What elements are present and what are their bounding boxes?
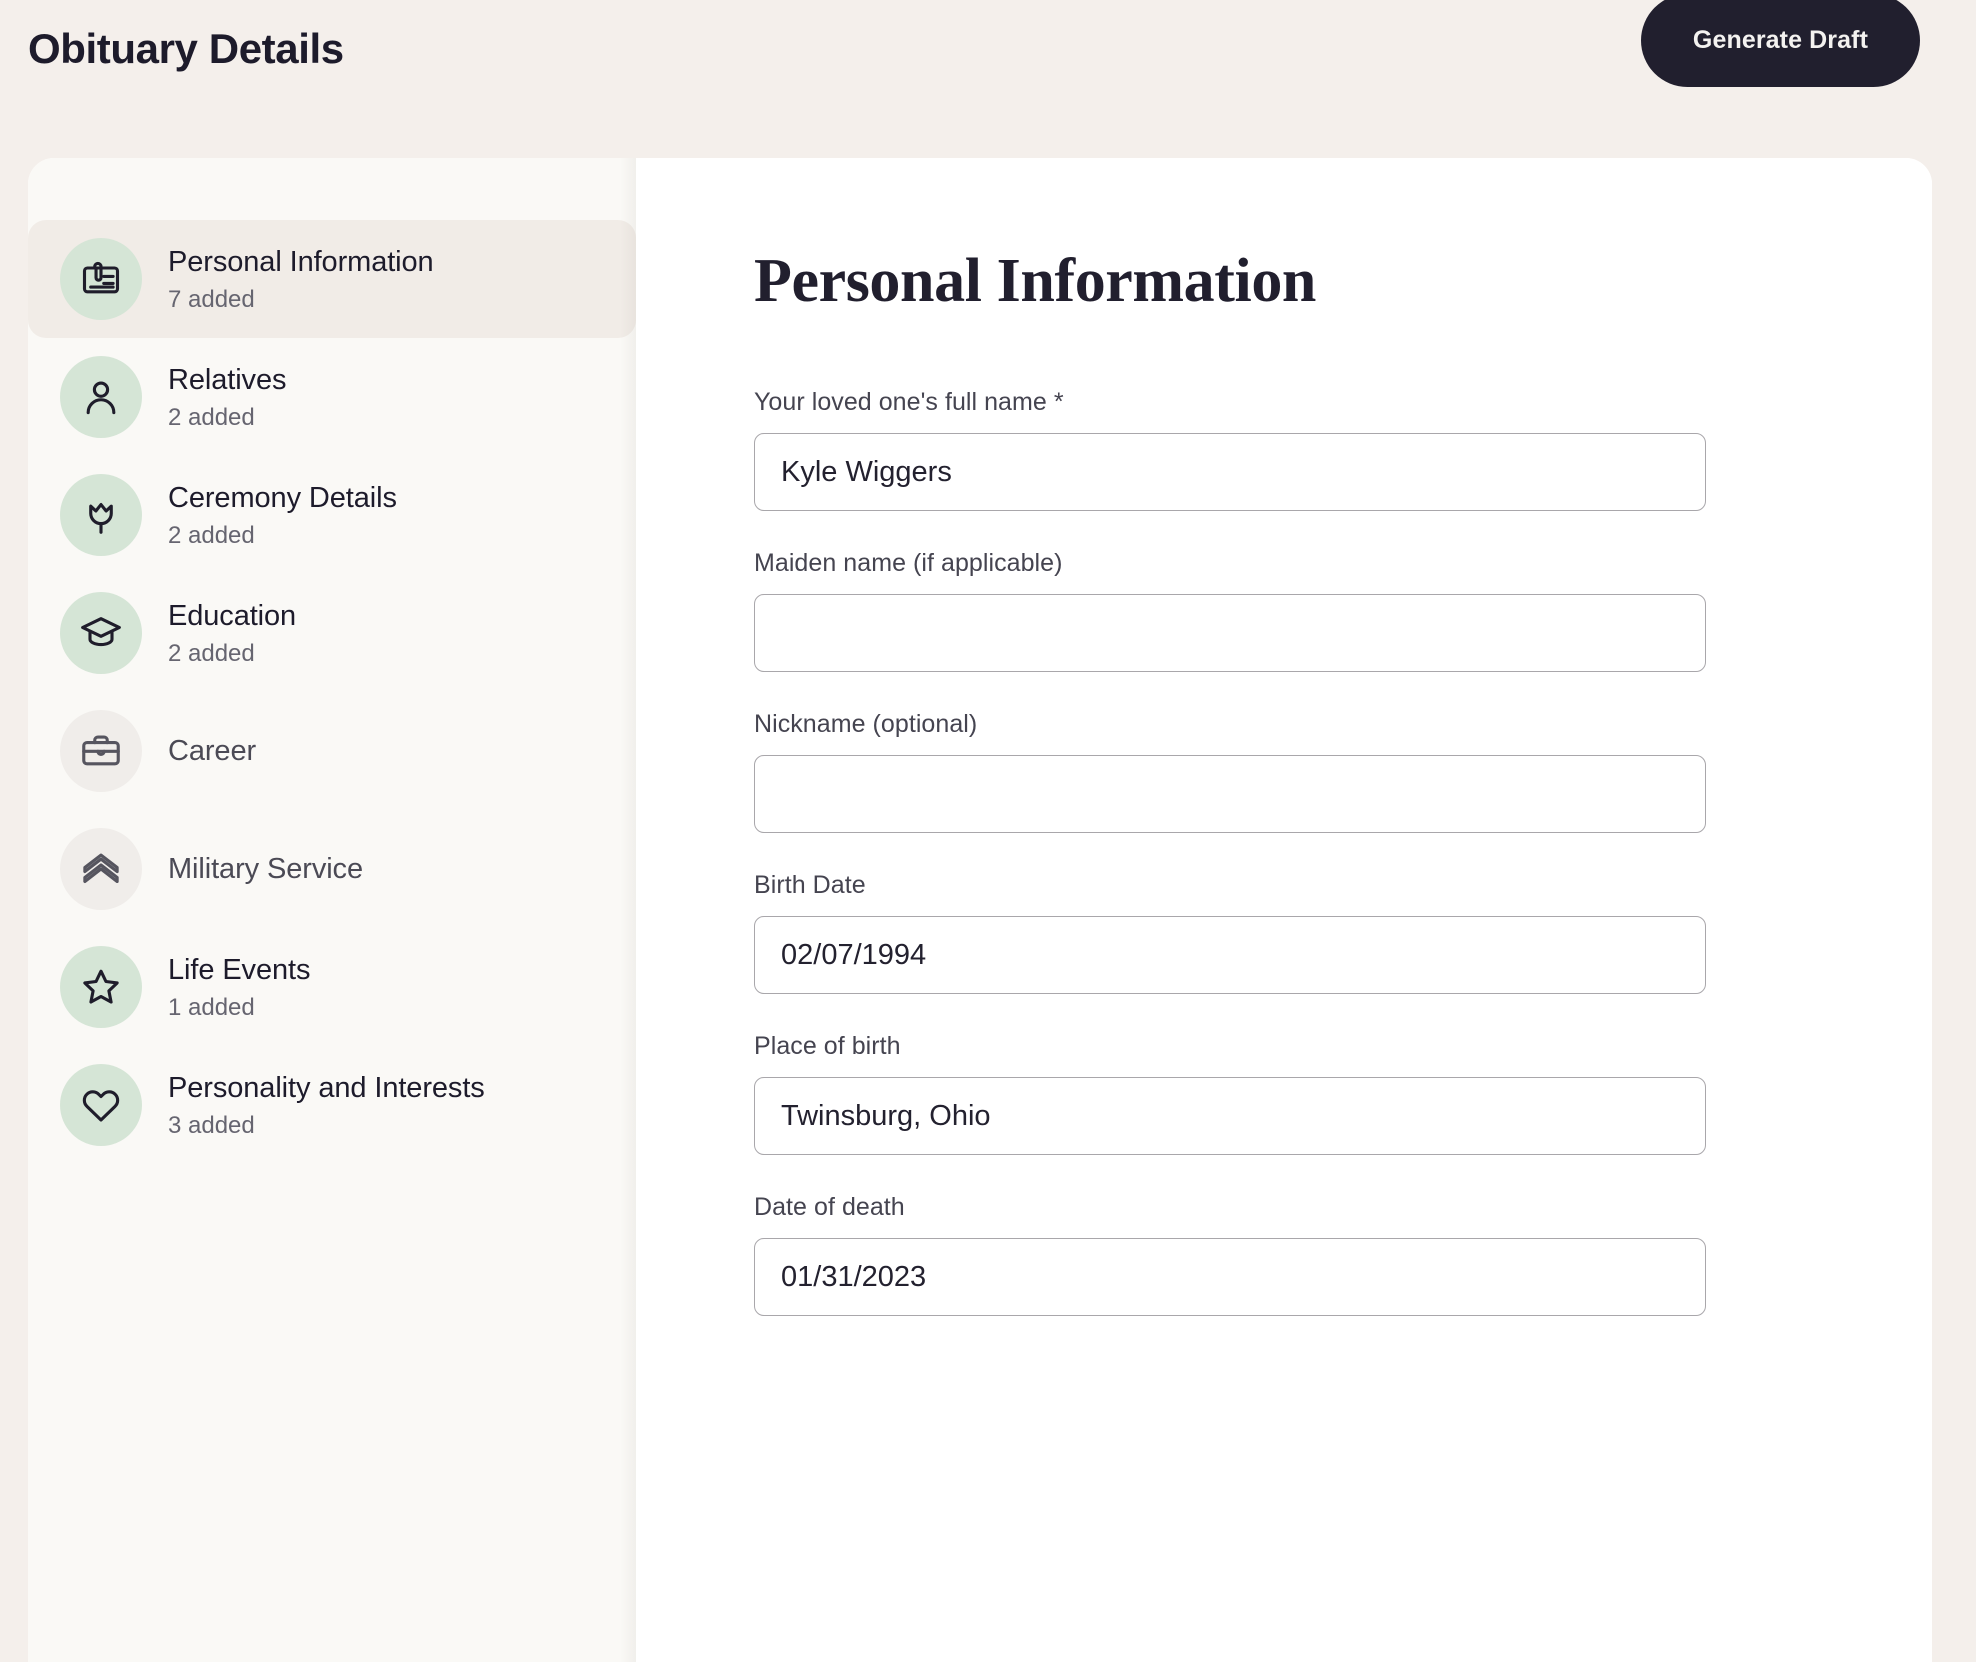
- sidebar-item-life-events[interactable]: Life Events 1 added: [28, 928, 636, 1046]
- graduation-cap-icon: [60, 592, 142, 674]
- field-your-loved-one-s-full-name: Your loved one's full name *: [754, 388, 1706, 511]
- sidebar-item-label: Military Service: [168, 852, 363, 885]
- field-place-of-birth: Place of birth: [754, 1032, 1706, 1155]
- field-label-date-of-death: Date of death: [754, 1193, 905, 1221]
- sidebar-item-label: Ceremony Details: [168, 482, 397, 515]
- field-maiden-name-if-applicable: Maiden name (if applicable): [754, 549, 1706, 672]
- field-date-of-death: Date of death: [754, 1193, 1706, 1316]
- app-header: Obituary Details Generate Draft: [0, 0, 1976, 158]
- sidebar-item-label: Personality and Interests: [168, 1072, 485, 1105]
- sidebar-item-text: Military Service: [168, 850, 363, 888]
- sidebar-item-text: Personality and Interests 3 added: [168, 1069, 485, 1140]
- sidebar-item-label: Education: [168, 600, 297, 633]
- sidebar-item-relatives[interactable]: Relatives 2 added: [28, 338, 636, 456]
- sidebar-item-count: 2 added: [168, 403, 255, 431]
- sidebar-item-label: Relatives: [168, 364, 287, 397]
- sidebar-item-label: Personal Information: [168, 246, 434, 279]
- sidebar-item-career[interactable]: Career: [28, 692, 636, 810]
- sidebar-item-count: 3 added: [168, 1111, 255, 1139]
- input-maiden-name-if-applicable[interactable]: [754, 594, 1706, 672]
- input-birth-date[interactable]: [754, 916, 1706, 994]
- field-label-nickname-optional: Nickname (optional): [754, 710, 978, 738]
- person-icon: [60, 356, 142, 438]
- sidebar-item-label: Career: [168, 734, 257, 767]
- sidebar-item-count: 1 added: [168, 993, 255, 1021]
- chevron-rank-icon: [60, 828, 142, 910]
- sidebar-item-text: Relatives 2 added: [168, 361, 286, 432]
- personal-information-form: Your loved one's full name * Maiden name …: [754, 388, 1932, 1316]
- sidebar-item-ceremony-details[interactable]: Ceremony Details 2 added: [28, 456, 636, 574]
- sidebar-item-text: Life Events 1 added: [168, 951, 310, 1022]
- section-title: Personal Information: [754, 247, 1317, 315]
- sidebar-item-count: 2 added: [168, 521, 255, 549]
- sidebar-item-education[interactable]: Education 2 added: [28, 574, 636, 692]
- field-label-your-loved-one-s-full-name: Your loved one's full name *: [754, 388, 1064, 416]
- sidebar-item-military-service[interactable]: Military Service: [28, 810, 636, 928]
- sidebar-item-personality-and-interests[interactable]: Personality and Interests 3 added: [28, 1046, 636, 1164]
- sidebar-item-label: Life Events: [168, 954, 311, 987]
- star-icon: [60, 946, 142, 1028]
- input-place-of-birth[interactable]: [754, 1077, 1706, 1155]
- sidebar-item-count: 2 added: [168, 639, 255, 667]
- obituary-details-card: Personal Information 7 added Relatives 2 ad…: [28, 158, 1932, 1662]
- sidebar-item-text: Career: [168, 732, 256, 770]
- tulip-icon: [60, 474, 142, 556]
- input-nickname-optional[interactable]: [754, 755, 1706, 833]
- field-label-birth-date: Birth Date: [754, 871, 866, 899]
- input-your-loved-one-s-full-name[interactable]: [754, 433, 1706, 511]
- field-birth-date: Birth Date: [754, 871, 1706, 994]
- page-title: Obituary Details: [28, 25, 344, 72]
- section-sidebar: Personal Information 7 added Relatives 2 ad…: [28, 158, 636, 1662]
- sidebar-item-text: Education 2 added: [168, 597, 296, 668]
- sidebar-item-count: 7 added: [168, 285, 255, 313]
- input-date-of-death[interactable]: [754, 1238, 1706, 1316]
- sidebar-item-personal-information[interactable]: Personal Information 7 added: [28, 220, 636, 338]
- field-nickname-optional: Nickname (optional): [754, 710, 1706, 833]
- heart-icon: [60, 1064, 142, 1146]
- field-label-maiden-name-if-applicable: Maiden name (if applicable): [754, 549, 1063, 577]
- sidebar-item-text: Personal Information 7 added: [168, 243, 434, 314]
- id-card-icon: [60, 238, 142, 320]
- briefcase-icon: [60, 710, 142, 792]
- sidebar-item-text: Ceremony Details 2 added: [168, 479, 397, 550]
- field-label-place-of-birth: Place of birth: [754, 1032, 901, 1060]
- main-content: Personal Information Your loved one's fu…: [636, 158, 1932, 1662]
- generate-draft-button[interactable]: Generate Draft: [1640, 0, 1920, 87]
